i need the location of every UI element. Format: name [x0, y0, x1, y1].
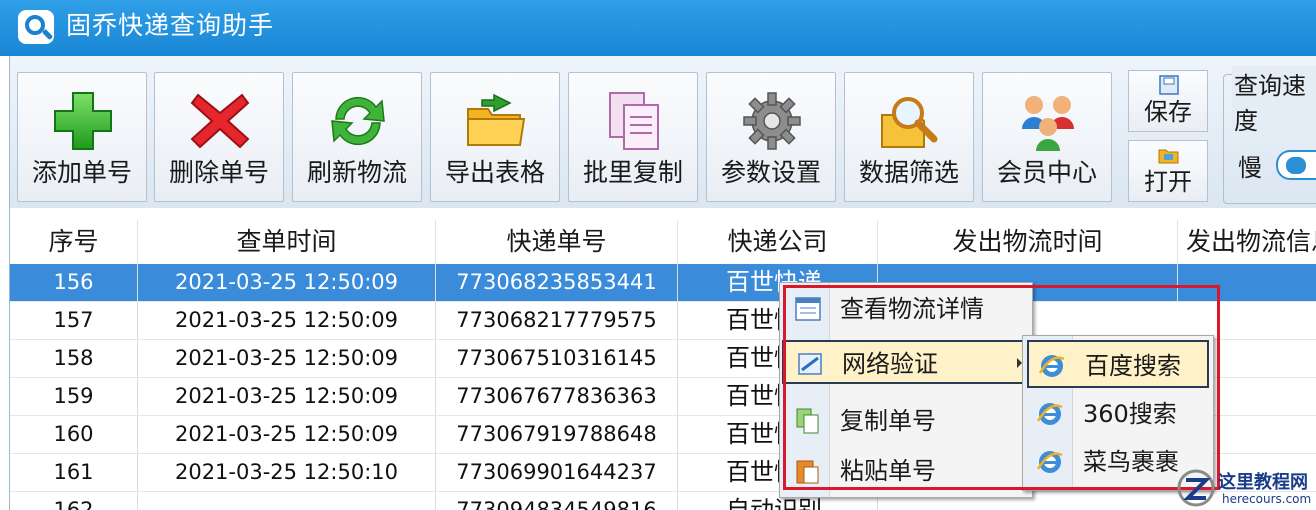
cell-id: 159 [10, 378, 138, 415]
gear-icon [743, 92, 801, 150]
speed-title: 查询速度 [1232, 66, 1316, 136]
data-filter-button[interactable]: 数据筛选 [844, 72, 974, 202]
watermark: 这里教程网 herecours.com [1172, 466, 1316, 510]
cell-time: 2021-03-25 12:50:09 [138, 264, 436, 301]
cell-id: 162 [10, 492, 138, 510]
open-folder-icon [1158, 149, 1179, 164]
open-button[interactable]: 打开 [1128, 140, 1208, 202]
menu-item-view-details[interactable]: 查看物流详情 [782, 287, 1030, 331]
cell-time [138, 492, 436, 510]
member-center-button[interactable]: 会员中心 [982, 72, 1112, 202]
left-edge [0, 56, 10, 510]
menu-item-copy-number[interactable]: 复制单号 [782, 399, 1030, 443]
add-number-button[interactable]: 添加单号 [17, 72, 147, 202]
menu-item-paste-number[interactable]: 粘贴单号 [782, 449, 1030, 493]
export-folder-icon [467, 93, 526, 146]
cell-id: 157 [10, 302, 138, 339]
save-button[interactable]: 保存 [1128, 70, 1208, 132]
delete-icon [190, 93, 250, 149]
header-query-time[interactable]: 查单时间 [138, 220, 436, 264]
cell-id: 156 [10, 264, 138, 301]
refresh-logistics-button[interactable]: 刷新物流 [292, 72, 422, 202]
table-row[interactable]: 162 773094834549816 自动识别 [10, 492, 1316, 510]
members-icon [1022, 96, 1074, 151]
cell-time: 2021-03-25 12:50:10 [138, 454, 436, 491]
submenu-item-360[interactable]: 360搜索 [1027, 390, 1209, 438]
settings-button[interactable]: 参数设置 [706, 72, 836, 202]
watermark-logo-icon [1177, 469, 1215, 507]
paste-icon [796, 460, 819, 484]
network-verify-icon [798, 353, 822, 375]
add-icon [54, 92, 112, 150]
header-ship-time[interactable]: 发出物流时间 [878, 220, 1178, 264]
cell-id: 158 [10, 340, 138, 377]
speed-slider[interactable] [1276, 150, 1316, 180]
cell-number: 773067919788648 [436, 416, 678, 453]
save-icon [1159, 75, 1179, 95]
copy-icon [796, 408, 819, 434]
app-search-icon [18, 10, 54, 44]
cell-time: 2021-03-25 12:50:09 [138, 416, 436, 453]
header-ship-info[interactable]: 发出物流信息 [1178, 220, 1316, 264]
cell-id: 161 [10, 454, 138, 491]
header-company[interactable]: 快递公司 [678, 220, 878, 264]
title-bar: 固乔快递查询助手 [0, 0, 1316, 56]
cell-number: 773068235853441 [436, 264, 678, 301]
ie-browser-icon [1036, 451, 1063, 473]
batch-copy-button[interactable]: 批里复制 [568, 72, 698, 202]
filter-search-icon [881, 97, 938, 148]
refresh-icon [331, 96, 385, 146]
delete-number-button[interactable]: 删除单号 [154, 72, 284, 202]
details-icon [795, 297, 821, 321]
export-table-button[interactable]: 导出表格 [430, 72, 560, 202]
submenu-item-baidu[interactable]: 百度搜索 [1027, 340, 1209, 388]
cell-number: 773067677836363 [436, 378, 678, 415]
header-tracking-number[interactable]: 快递单号 [436, 220, 678, 264]
context-menu: 查看物流详情 网络验证 复制单号 粘贴单号 [779, 282, 1033, 498]
cell-time: 2021-03-25 12:50:09 [138, 340, 436, 377]
menu-item-network-verify[interactable]: 网络验证 [782, 340, 1030, 384]
ie-browser-icon [1036, 403, 1063, 425]
cell-number: 773067510316145 [436, 340, 678, 377]
table-header: 序号 查单时间 快递单号 快递公司 发出物流时间 发出物流信息 [10, 220, 1316, 264]
speed-slow-label: 慢 [1238, 154, 1262, 182]
table-row[interactable]: 156 2021-03-25 12:50:09 773068235853441 … [10, 264, 1316, 302]
copy-pages-icon [609, 92, 659, 150]
cell-time: 2021-03-25 12:50:09 [138, 302, 436, 339]
toolbar: 添加单号 删除单号 刷新物流 导出表格 批里复制 参数设置 数据筛选 会员中心 … [10, 56, 1316, 208]
header-id[interactable]: 序号 [10, 220, 138, 264]
cell-number: 773069901644237 [436, 454, 678, 491]
cell-number: 773094834549816 [436, 492, 678, 510]
cell-number: 773068217779575 [436, 302, 678, 339]
watermark-url: herecours.com [1222, 492, 1312, 506]
watermark-text: 这里教程网 [1218, 472, 1308, 493]
window-title: 固乔快递查询助手 [66, 11, 275, 40]
cell-id: 160 [10, 416, 138, 453]
ie-browser-icon [1038, 355, 1065, 377]
cell-time: 2021-03-25 12:50:09 [138, 378, 436, 415]
